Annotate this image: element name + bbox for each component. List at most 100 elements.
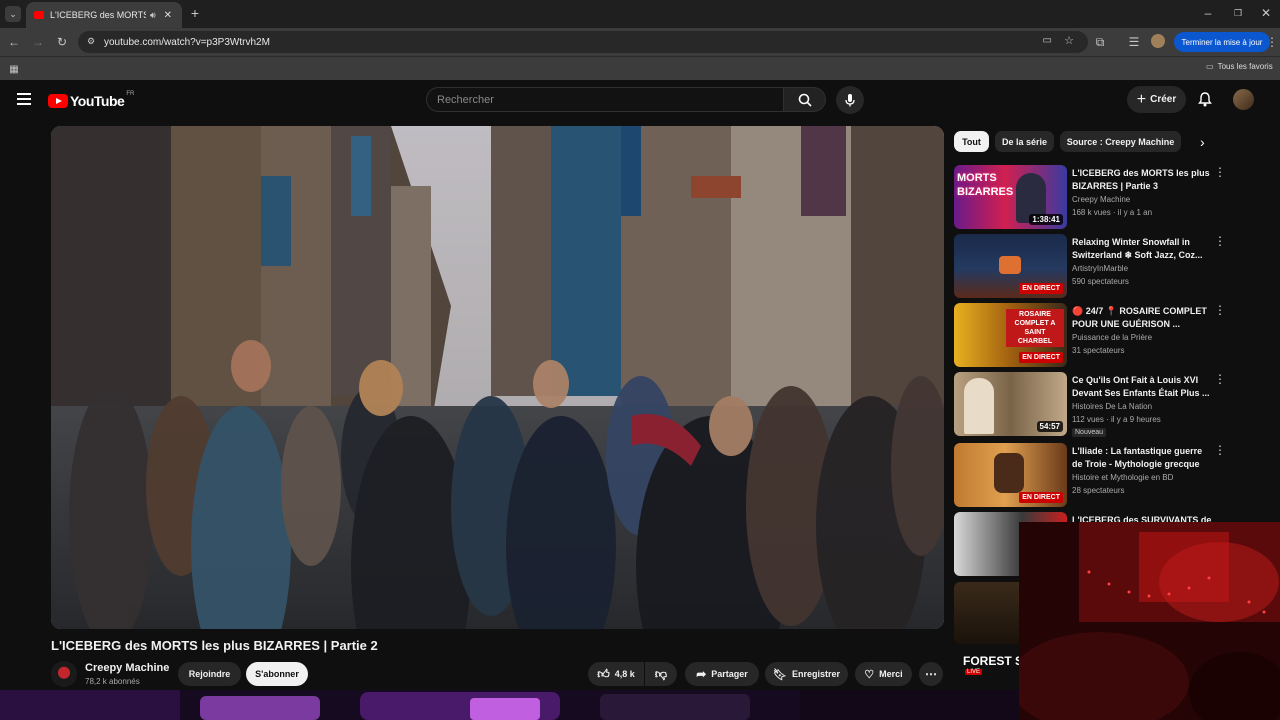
close-window-icon[interactable]: ✕ (1258, 5, 1274, 21)
recommendation-channel: Puissance de la Prière (1072, 333, 1153, 342)
video-frame-image (51, 126, 944, 629)
recommendation-thumbnail[interactable]: 54:57 (954, 372, 1067, 436)
recommendation-title[interactable]: L'Iliade : La fantastique guerre de Troi… (1072, 445, 1212, 471)
chip-source[interactable]: Source : Creepy Machine (1060, 131, 1181, 152)
recommendation-thumbnail[interactable] (954, 582, 1019, 644)
thumb-overlay-text: MORTS BIZARRES (957, 172, 1014, 198)
minimize-icon[interactable]: – (1200, 5, 1216, 21)
duration-badge: 1:38:41 (1029, 214, 1063, 225)
recommendation-thumbnail[interactable]: ROSAIRE COMPLET A SAINT CHARBEL EN DIREC… (954, 303, 1067, 367)
search-placeholder: Rechercher (437, 93, 494, 106)
recommendation-meta: 31 spectateurs (1072, 346, 1125, 355)
all-bookmarks-label: Tous les favoris (1217, 62, 1273, 71)
youtube-play-icon (48, 94, 68, 108)
search-button[interactable] (784, 87, 826, 112)
forest-overlay-text: FOREST S (963, 654, 1024, 668)
channel-name[interactable]: Creepy Machine (85, 662, 169, 674)
guide-menu-icon[interactable] (17, 93, 31, 105)
chips-next-chevron-icon[interactable]: › (1200, 134, 1205, 150)
recommendation-item[interactable]: ROSAIRE COMPLET A SAINT CHARBEL EN DIREC… (954, 303, 1270, 369)
join-button[interactable]: Rejoindre (178, 662, 241, 686)
fireplace-glow (999, 256, 1021, 274)
chip-all[interactable]: Tout (954, 131, 989, 152)
recommendation-thumbnail[interactable]: EN DIRECT (954, 443, 1067, 507)
recommendation-thumbnail[interactable]: MORTS BIZARRES 1:38:41 (954, 165, 1067, 229)
reload-icon[interactable]: ↻ (54, 34, 70, 50)
cast-icon[interactable]: ▭ (1043, 35, 1052, 46)
thumbs-up-icon: 👍︎ (597, 666, 610, 681)
save-label: Enregistrer (791, 669, 840, 679)
youtube-wordmark: YouTube (70, 93, 125, 109)
thanks-label: Merci (879, 669, 903, 679)
more-vert-icon[interactable]: ⋮ (1214, 304, 1226, 316)
account-avatar[interactable] (1233, 89, 1254, 110)
recommendation-meta: 28 spectateurs (1072, 486, 1125, 495)
save-button[interactable]: 🔖︎ Enregistrer (765, 662, 848, 686)
more-vert-icon[interactable]: ⋮ (1214, 444, 1226, 456)
tab-list-icon[interactable]: ⌄ (5, 6, 21, 22)
recommendation-item[interactable]: MORTS BIZARRES 1:38:41 L'ICEBERG des MOR… (954, 165, 1270, 231)
tab-title: L'ICEBERG des MORTS les plus BIZARRES | … (50, 10, 146, 20)
thumb-overlay-text: ROSAIRE COMPLET A SAINT CHARBEL (1006, 309, 1064, 347)
create-label: Créer (1150, 94, 1177, 105)
recommendation-title[interactable]: L'ICEBERG des MORTS les plus BIZARRES | … (1072, 167, 1212, 193)
address-bar[interactable]: ⚙ youtube.com/watch?v=p3P3Wtrvh2M ▭ ☆ (78, 31, 1088, 53)
like-button[interactable]: 👍︎ 4,8 k (588, 662, 644, 686)
recommendation-channel: ArtistryInMarble (1072, 264, 1129, 273)
recommendation-meta: 112 vues · il y a 9 heures (1072, 415, 1161, 424)
recommendation-item[interactable]: 54:57 Ce Qu'ils Ont Fait à Louis XVI Dev… (954, 372, 1270, 438)
all-bookmarks-folder[interactable]: ▭ Tous les favoris (1206, 62, 1273, 71)
update-button[interactable]: Terminer la mise à jour (1174, 32, 1270, 52)
maximize-icon[interactable]: ❐ (1230, 5, 1246, 21)
create-button[interactable]: + Créer (1127, 86, 1186, 113)
more-actions-button[interactable]: ⋯ (919, 662, 943, 686)
bookmark-star-icon[interactable]: ☆ (1064, 34, 1074, 47)
recommendation-title[interactable]: Relaxing Winter Snowfall in Switzerland … (1072, 236, 1212, 262)
more-vert-icon[interactable]: ⋮ (1214, 235, 1226, 247)
subscribe-button[interactable]: S'abonner (246, 662, 308, 686)
url-text: youtube.com/watch?v=p3P3Wtrvh2M (104, 36, 270, 48)
tab-close-icon[interactable]: ✕ (164, 10, 172, 21)
more-vert-icon[interactable]: ⋮ (1214, 166, 1226, 178)
recommendation-item[interactable]: EN DIRECT Relaxing Winter Snowfall in Sw… (954, 234, 1270, 300)
portrait-figure (964, 378, 994, 434)
warrior-figure (994, 453, 1024, 493)
super-thanks-icon: ♡ (864, 668, 875, 681)
new-tab-icon[interactable]: + (187, 5, 203, 21)
chrome-menu-icon[interactable]: ⋮ (1264, 34, 1280, 50)
recommendation-title[interactable]: 🔴 24/7 📍 ROSAIRE COMPLET POUR UNE GUÉRIS… (1072, 305, 1212, 331)
forward-icon[interactable]: → (30, 34, 46, 50)
youtube-logo[interactable]: YouTube FR (48, 91, 134, 109)
tab-audio-icon[interactable]: 🔊︎ (150, 10, 156, 21)
apps-grid-icon[interactable]: ▦ (6, 61, 22, 77)
voice-search-button[interactable] (836, 86, 864, 114)
back-icon[interactable]: ← (6, 34, 22, 50)
recommendation-title[interactable]: Ce Qu'ils Ont Fait à Louis XVI Devant Se… (1072, 374, 1212, 400)
dislike-button[interactable]: 👎︎ (645, 662, 677, 686)
site-info-icon[interactable]: ⚙ (87, 36, 95, 47)
notifications-bell-icon[interactable] (1198, 92, 1212, 107)
channel-avatar[interactable] (51, 661, 77, 687)
reading-list-icon[interactable]: ☰ (1126, 34, 1142, 50)
browser-tabstrip: ⌄ L'ICEBERG des MORTS les plus BIZARRES … (0, 0, 1280, 28)
recommendation-item[interactable]: EN DIRECT L'Iliade : La fantastique guer… (954, 443, 1270, 509)
share-button[interactable]: ➦ Partager (685, 662, 759, 686)
recommendation-channel: Creepy Machine (1072, 195, 1131, 204)
more-vert-icon[interactable]: ⋮ (1214, 373, 1226, 385)
live-badge: EN DIRECT (1019, 283, 1063, 294)
search-input[interactable]: Rechercher (426, 87, 784, 112)
extensions-icon[interactable]: ⧉ (1092, 34, 1108, 50)
video-title: L'ICEBERG des MORTS les plus BIZARRES | … (51, 638, 378, 653)
chip-series[interactable]: De la série (995, 131, 1054, 152)
youtube-favicon-icon (34, 11, 44, 19)
bookmark-icon: 🔖︎ (773, 668, 787, 681)
live-badge: EN DIRECT (1019, 352, 1063, 363)
profile-avatar-icon[interactable] (1151, 34, 1165, 48)
duration-badge: 54:57 (1036, 421, 1063, 432)
more-horiz-icon: ⋯ (925, 667, 937, 681)
browser-tab-active[interactable]: L'ICEBERG des MORTS les plus BIZARRES | … (26, 2, 182, 28)
recommendation-thumbnail[interactable]: EN DIRECT (954, 234, 1067, 298)
recommendation-channel: Histoires De La Nation (1072, 402, 1153, 411)
video-player[interactable] (51, 126, 944, 629)
thanks-button[interactable]: ♡ Merci (855, 662, 912, 686)
